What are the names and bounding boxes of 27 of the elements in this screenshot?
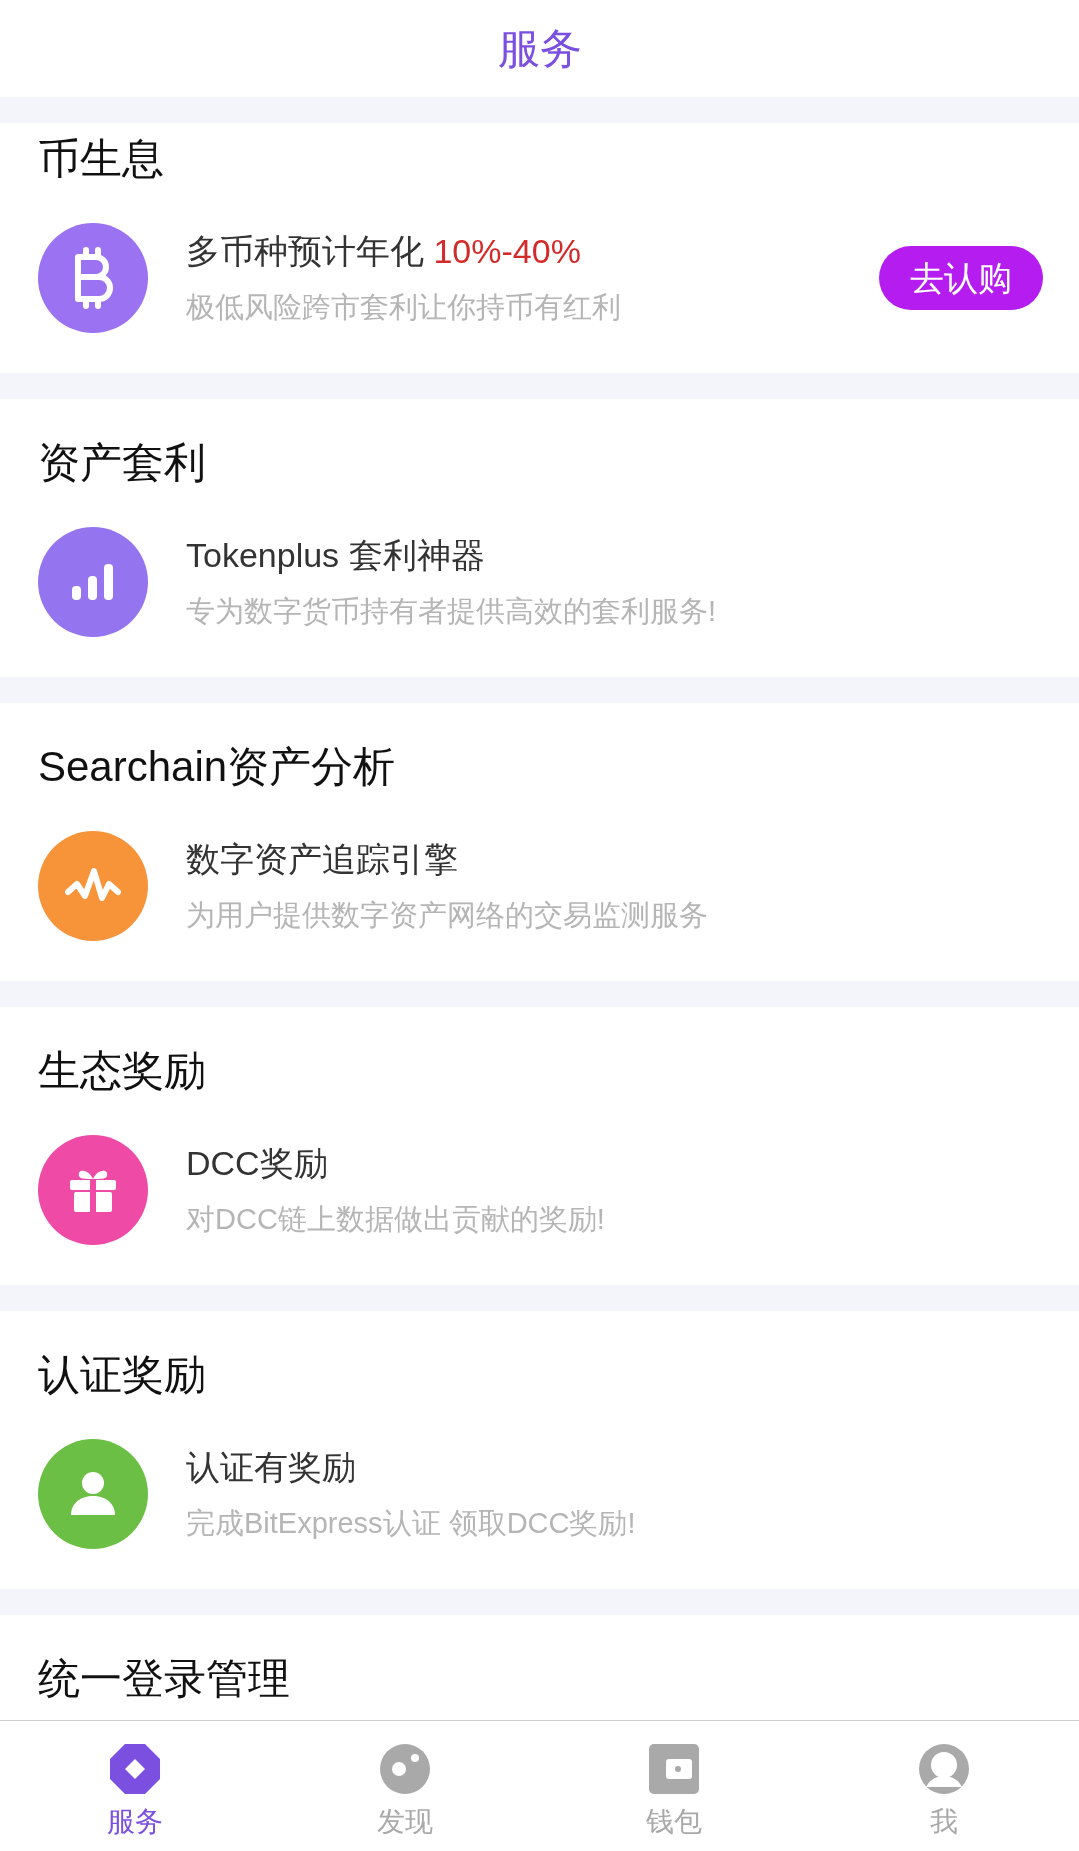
tab-bar-item[interactable]: 我 — [809, 1721, 1079, 1851]
user-avatar-icon — [918, 1743, 971, 1795]
subscribe-button[interactable]: 去认购 — [879, 246, 1043, 310]
section-title: 币生息 — [38, 134, 165, 184]
tab-bar-item[interactable]: 服务 — [0, 1721, 270, 1851]
service-description: 极低风险跨市套利让你持币有红利 — [186, 290, 622, 325]
service-title: 多币种预计年化 10%-40% — [186, 231, 582, 272]
section-title: 统一登录管理 — [38, 1654, 291, 1704]
planet-icon — [378, 1743, 431, 1795]
service-title: Tokenplus 套利神器 — [186, 535, 486, 576]
section-title: 资产套利 — [38, 438, 207, 488]
section-title: Searchain资产分析 — [38, 742, 397, 792]
section-title: 生态奖励 — [38, 1046, 207, 1096]
service-title: 数字资产追踪引擎 — [186, 839, 459, 880]
service-description: 为用户提供数字资产网络的交易监测服务 — [186, 898, 709, 933]
bar-chart-icon — [70, 562, 116, 602]
octagon-icon — [108, 1743, 161, 1795]
service-description: 专为数字货币持有者提供高效的套利服务! — [186, 594, 718, 629]
wallet-icon — [648, 1743, 701, 1795]
service-description: 对DCC链上数据做出贡献的奖励! — [186, 1202, 606, 1237]
tab-bar-item[interactable]: 发现 — [269, 1721, 540, 1851]
section-title: 认证奖励 — [38, 1350, 207, 1400]
service-title: 认证有奖励 — [186, 1447, 357, 1488]
service-title: DCC奖励 — [186, 1143, 329, 1184]
tab-bar-item[interactable]: 钱包 — [539, 1721, 810, 1851]
service-description: 完成BitExpress认证 领取DCC奖励! — [186, 1506, 637, 1541]
page-title: 服务 — [497, 24, 582, 74]
